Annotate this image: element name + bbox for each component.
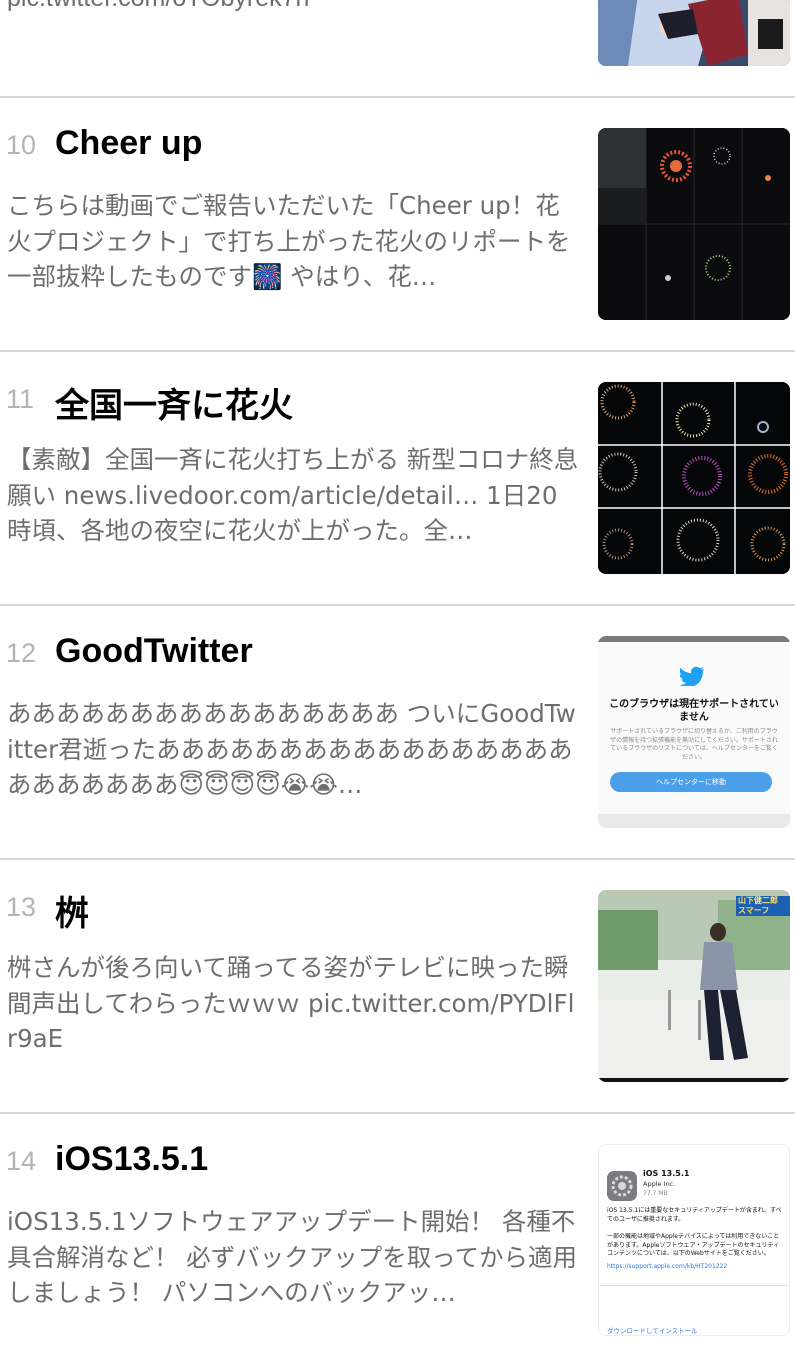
trend-title: Cheer up <box>55 124 203 162</box>
trend-item[interactable]: 13 桝 桝さんが後ろ向いて踊ってる姿がテレビに映った瞬間声出してわらったｗｗｗ… <box>0 860 795 1114</box>
tv-dance-scene-image[interactable]: 山下健二郎 スマーフ <box>598 890 790 1082</box>
trend-description: こちらは動画でご報告いただいた「Cheer up！花火プロジェクト」で打ち上がっ… <box>7 191 571 291</box>
trend-item[interactable]: 10 Cheer up こちらは動画でご報告いただいた「Cheer up！花火プ… <box>0 98 795 352</box>
help-center-button[interactable]: ヘルプセンターに移動 <box>610 772 772 792</box>
trend-title: 桝 <box>55 895 89 933</box>
update-size: 77.7 MB <box>643 1190 668 1197</box>
settings-gear-icon <box>607 1171 637 1201</box>
twitter-bird-icon <box>680 666 706 686</box>
download-install-link[interactable]: ダウンロードしてインストール <box>607 1325 698 1335</box>
trend-item[interactable]: 11 全国一斉に花火 【素敵】全国一斉に花火打ち上がる 新型コロナ終息願い ne… <box>0 352 795 606</box>
trend-rank: 10 <box>6 130 37 160</box>
trend-title: GoodTwitter <box>55 632 253 670</box>
tv-caption: 山下健二郎 スマーフ <box>736 896 790 916</box>
fireworks-grid-image[interactable] <box>598 128 790 320</box>
trend-feed: pic.twitter.com/oTObyrek7n 10 Cheer up こ… <box>0 0 795 1360</box>
trend-description: 【素敵】全国一斉に花火打ち上がる 新型コロナ終息願い news.livedoor… <box>7 445 579 545</box>
anime-illustration-image[interactable] <box>598 0 790 66</box>
trend-item[interactable]: 12 GoodTwitter ああああああああああああああああ ついにGoodT… <box>0 606 795 860</box>
trend-title: iOS13.5.1 <box>55 1140 209 1178</box>
trend-description: pic.twitter.com/oTObyrek7n <box>7 0 309 13</box>
fireworks-collage-image[interactable] <box>598 382 790 574</box>
update-description: iOS 13.5.1には重要なセキュリティアップデートが含まれ、すべてのユーザに… <box>607 1207 782 1223</box>
trend-item[interactable]: 14 iOS13.5.1 iOS13.5.1ソフトウェアアップデート開始！ 各種… <box>0 1114 795 1360</box>
trend-description: ああああああああああああああああ ついにGoodTwitter君逝ったあああああ… <box>7 699 576 799</box>
trend-title: 全国一斉に花火 <box>55 387 293 425</box>
trend-rank: 11 <box>6 384 35 414</box>
browser-unsupported-screenshot[interactable]: このブラウザは現在サポートされていません サポートされているブラウザに切り替える… <box>598 636 790 828</box>
trend-item-partial[interactable]: pic.twitter.com/oTObyrek7n <box>0 0 795 98</box>
trend-description: 桝さんが後ろ向いて踊ってる姿がテレビに映った瞬間声出してわらったｗｗｗ pic.… <box>7 953 575 1053</box>
unsupported-heading: このブラウザは現在サポートされていません <box>609 699 779 723</box>
trend-rank: 13 <box>6 892 37 922</box>
update-vendor: Apple Inc. <box>643 1180 676 1188</box>
unsupported-body: サポートされているブラウザに切り替えるか、ご利用のブラウザの情報を持つ拡張機能を… <box>610 728 778 761</box>
trend-description: iOS13.5.1ソフトウェアアップデート開始！ 各種不具合解消など！ 必ずバッ… <box>7 1207 578 1307</box>
update-name: iOS 13.5.1 <box>643 1169 690 1178</box>
trend-rank: 12 <box>6 638 37 668</box>
update-notes: 一部の機能は地域やAppleデバイスによっては利用できないことがあります。App… <box>607 1233 780 1257</box>
trend-rank: 14 <box>6 1146 37 1176</box>
support-link[interactable]: https://support.apple.com/kb/HT201222 <box>607 1263 727 1270</box>
ios-update-screenshot[interactable]: iOS 13.5.1 Apple Inc. 77.7 MB iOS 13.5.1… <box>598 1144 790 1336</box>
